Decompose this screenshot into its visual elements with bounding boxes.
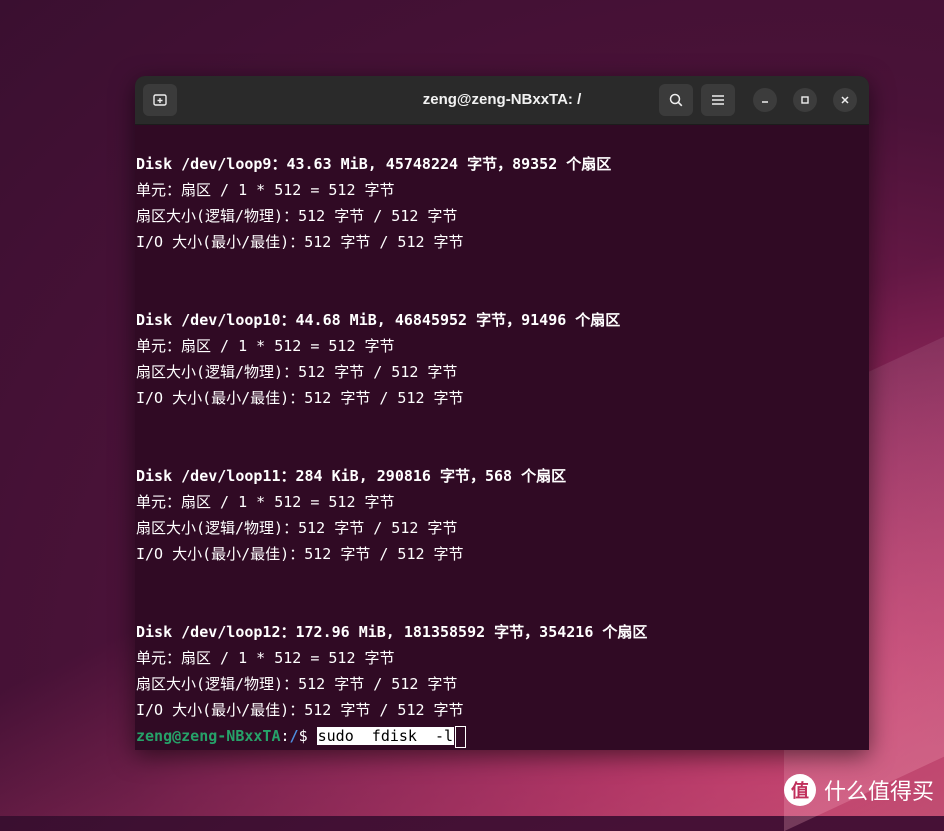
terminal-line: 单元：扇区 / 1 * 512 = 512 字节 [136, 337, 395, 355]
command-input[interactable]: sudo fdisk -l [316, 727, 455, 745]
terminal-line: 扇区大小(逻辑/物理)：512 字节 / 512 字节 [136, 363, 458, 381]
watermark-logo-icon: 值 [783, 774, 816, 806]
terminal-output[interactable]: Disk /dev/loop9：43.63 MiB, 45748224 字节，8… [135, 125, 869, 750]
close-icon [841, 96, 849, 104]
minimize-button[interactable] [753, 88, 777, 112]
prompt-user-host: zeng@zeng-NBxxTA [136, 727, 281, 745]
maximize-icon [801, 96, 809, 104]
maximize-button[interactable] [793, 88, 817, 112]
prompt-line[interactable]: zeng@zeng-NBxxTA:/$ sudo fdisk -l [136, 723, 869, 749]
terminal-line: I/O 大小(最小/最佳)：512 字节 / 512 字节 [136, 389, 464, 407]
new-tab-icon [153, 94, 167, 106]
watermark-text: 什么值得买 [823, 780, 934, 805]
new-tab-button[interactable] [143, 84, 177, 116]
prompt-separator: : [280, 727, 290, 745]
terminal-window: zeng@zeng-NBxxTA: / Disk /dev/loop9：43.6… [135, 76, 869, 750]
hamburger-menu-icon [712, 95, 724, 105]
minimize-icon [762, 101, 768, 103]
terminal-line: Disk /dev/loop11：284 KiB, 290816 字节，568 … [136, 467, 567, 485]
watermark: 值 什么值得买 [783, 774, 934, 806]
terminal-line: 单元：扇区 / 1 * 512 = 512 字节 [136, 181, 395, 199]
prompt-symbol: $ [298, 727, 317, 745]
terminal-line: Disk /dev/loop10：44.68 MiB, 46845952 字节，… [136, 311, 621, 329]
text-cursor [455, 725, 467, 748]
terminal-line: 扇区大小(逻辑/物理)：512 字节 / 512 字节 [136, 207, 458, 225]
terminal-line: 扇区大小(逻辑/物理)：512 字节 / 512 字节 [136, 519, 458, 537]
prompt-path: / [289, 727, 299, 745]
menu-button[interactable] [701, 84, 735, 116]
terminal-line: 单元：扇区 / 1 * 512 = 512 字节 [136, 493, 395, 511]
search-button[interactable] [659, 84, 693, 116]
title-bar[interactable]: zeng@zeng-NBxxTA: / [135, 76, 869, 125]
close-button[interactable] [833, 88, 857, 112]
terminal-line: I/O 大小(最小/最佳)：512 字节 / 512 字节 [136, 701, 464, 719]
terminal-line: 扇区大小(逻辑/物理)：512 字节 / 512 字节 [136, 675, 458, 693]
terminal-line: I/O 大小(最小/最佳)：512 字节 / 512 字节 [136, 545, 464, 563]
terminal-line: 单元：扇区 / 1 * 512 = 512 字节 [136, 649, 395, 667]
terminal-line: Disk /dev/loop12：172.96 MiB, 181358592 字… [136, 623, 648, 641]
terminal-line: Disk /dev/loop9：43.63 MiB, 45748224 字节，8… [136, 155, 612, 173]
terminal-line: I/O 大小(最小/最佳)：512 字节 / 512 字节 [136, 233, 464, 251]
search-icon [669, 93, 683, 107]
